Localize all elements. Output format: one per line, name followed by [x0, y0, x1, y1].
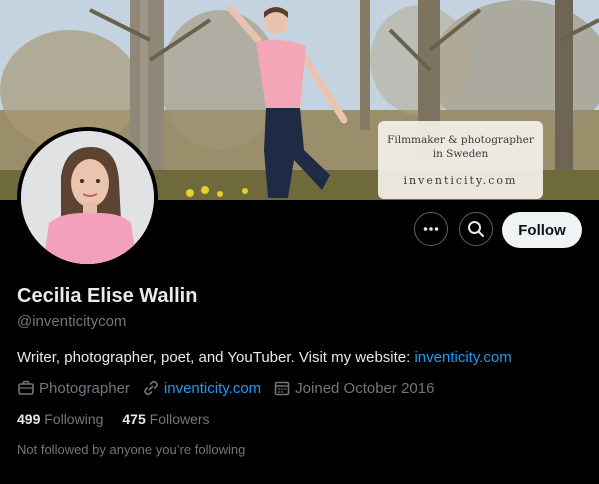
link-icon: [144, 380, 158, 396]
meta-joined: Joined October 2016: [273, 379, 434, 397]
bio-text: Writer, photographer, poet, and YouTuber…: [17, 349, 415, 366]
search-icon: [468, 221, 484, 237]
meta-website-link[interactable]: inventicity.com: [164, 380, 261, 397]
follow-button[interactable]: Follow: [502, 212, 582, 248]
meta-website[interactable]: inventicity.com: [142, 379, 261, 397]
profile-name: Cecilia Elise Wallin: [17, 285, 198, 307]
not-followed-notice: Not followed by anyone you’re following: [17, 442, 246, 457]
search-profile-button[interactable]: [459, 212, 493, 246]
more-dots-icon: [423, 227, 439, 231]
avatar[interactable]: [17, 127, 158, 268]
briefcase-icon: [18, 380, 34, 395]
banner-caption-card: Filmmaker & photographer in Sweden inven…: [378, 121, 543, 199]
meta-category: Photographer: [17, 379, 130, 397]
meta-category-label: Photographer: [39, 379, 130, 397]
profile-handle: @inventicitycom: [17, 313, 127, 330]
followers-label: Followers: [149, 411, 210, 427]
avatar-photo: [21, 131, 154, 264]
more-button[interactable]: [414, 212, 448, 246]
banner-caption-line2: in Sweden: [432, 148, 489, 160]
followers-stat[interactable]: 475 Followers: [122, 411, 209, 427]
profile-meta-row: Photographer inventicity.com Joined Octo…: [17, 379, 446, 397]
followers-count: 475: [122, 411, 146, 427]
following-stat[interactable]: 499 Following: [17, 411, 103, 427]
bio-website-link[interactable]: inventicity.com: [414, 349, 511, 366]
banner-caption-line1: Filmmaker & photographer: [387, 134, 534, 146]
meta-joined-label: Joined October 2016: [295, 379, 435, 397]
profile-stats: 499 Following 475 Followers: [17, 411, 229, 427]
following-label: Following: [44, 411, 104, 427]
following-count: 499: [17, 411, 41, 427]
calendar-icon: [274, 381, 290, 396]
profile-bio: Writer, photographer, poet, and YouTuber…: [17, 349, 512, 366]
banner-caption-website: inventicity.com: [403, 174, 518, 187]
